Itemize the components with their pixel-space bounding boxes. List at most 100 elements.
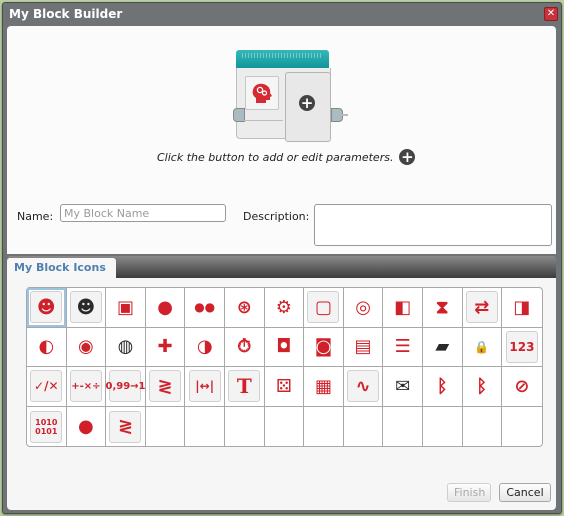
- icon-cell[interactable]: ◉: [66, 327, 107, 368]
- icon-cell[interactable]: ≷: [145, 367, 186, 407]
- icon-cell[interactable]: ●: [67, 406, 107, 447]
- sound-icon: ◎: [355, 296, 371, 318]
- icon-cell[interactable]: ▰: [422, 327, 463, 368]
- display-icon: ▢: [307, 291, 340, 324]
- bluetooth-settings-icon: ᛒ: [476, 375, 488, 397]
- logic-operations-icon: ✓/✕: [30, 370, 63, 403]
- name-input[interactable]: [60, 204, 226, 222]
- icon-cell[interactable]: ☻: [27, 288, 67, 328]
- icon-cell[interactable]: ⚙: [264, 288, 305, 328]
- icon-cell[interactable]: ⧗: [422, 288, 463, 328]
- icon-cell[interactable]: ▣: [106, 288, 146, 328]
- icon-cell[interactable]: ⇄: [462, 288, 503, 328]
- messaging-icon: ✉: [395, 375, 411, 397]
- icon-cell[interactable]: ⚄: [264, 367, 305, 407]
- icon-cell[interactable]: ▦: [304, 367, 344, 407]
- tab-strip: My Block Icons: [7, 256, 556, 278]
- icon-cell[interactable]: T: [224, 367, 265, 407]
- icon-cell[interactable]: ∿: [343, 367, 384, 407]
- icon-cell[interactable]: ▤: [343, 327, 384, 368]
- head-gears-icon: [252, 83, 272, 103]
- gyro-sensor-icon: ◉: [78, 336, 94, 358]
- icon-cell[interactable]: +-×÷: [66, 367, 107, 407]
- energy-meter-icon: ▤: [354, 336, 372, 358]
- icon-cell[interactable]: ⏱: [224, 327, 265, 368]
- empty-icon-cell: [383, 406, 423, 447]
- wait-hourglass-icon: ⧗: [435, 296, 449, 318]
- description-label: Description:: [243, 210, 310, 223]
- ultrasonic-sensor-icon: ◙: [314, 336, 333, 358]
- icon-cell[interactable]: ●●: [185, 288, 225, 328]
- tab-my-block-icons[interactable]: My Block Icons: [7, 258, 116, 278]
- timer-icon: ⏱: [237, 336, 252, 358]
- infrared-sensor-icon: ◍: [117, 336, 134, 358]
- icon-cell[interactable]: 🔒: [462, 327, 503, 368]
- icon-cell[interactable]: ✉: [383, 367, 423, 407]
- icon-cell[interactable]: ◨: [502, 288, 542, 328]
- title-bar[interactable]: My Block Builder ✕: [3, 3, 561, 25]
- random-icon: ⚄: [276, 375, 292, 397]
- invert-motor-icon: ●: [78, 416, 94, 438]
- text-icon: T: [228, 370, 261, 403]
- empty-icon-cell: [146, 406, 186, 447]
- icon-cell[interactable]: ⊛: [224, 288, 265, 328]
- large-motor-icon: ▣: [116, 296, 134, 318]
- brick-port-icon: ◨: [513, 296, 531, 318]
- compare-alt-icon: ≷: [109, 410, 142, 443]
- compare-icon: ≷: [149, 370, 182, 403]
- icon-cell[interactable]: ◐: [27, 327, 67, 368]
- icon-cell[interactable]: ᛒ: [422, 367, 463, 407]
- icon-cell[interactable]: ⊘: [502, 367, 542, 407]
- add-parameter-button[interactable]: +: [399, 149, 416, 165]
- icon-cell[interactable]: ☻: [66, 288, 107, 328]
- locked-case-icon: 🔒: [474, 339, 490, 354]
- math-icon: +-×÷: [69, 370, 102, 403]
- file-access-icon: ☰: [394, 336, 411, 358]
- description-input[interactable]: [314, 204, 552, 246]
- icon-cell[interactable]: 1010 0101: [27, 406, 67, 447]
- empty-icon-cell: [265, 406, 305, 447]
- icons-panel: ☻ ☻ ▣ ● ●● ⊛ ⚙ ▢ ◎ ◧ ⧗ ⇄ ◨ ◐ ◉ ◍ ✚ ◑ ⏱ ◘ ◙ ▤ ☰ ▰ 🔒 123 ✓/✕ +-×÷ 0,99…: [7, 278, 556, 510]
- sensor-display-icon: ∿: [347, 370, 380, 403]
- icon-cell[interactable]: ✚: [145, 327, 186, 368]
- block-header-bar: [236, 50, 329, 68]
- head-gears-black-icon: ☻: [69, 291, 102, 324]
- my-block-builder-dialog: My Block Builder ✕ + Click the button to…: [2, 2, 562, 514]
- icon-cell[interactable]: ☰: [383, 327, 423, 368]
- close-icon[interactable]: ✕: [544, 7, 558, 21]
- icon-cell[interactable]: ᛒ: [462, 367, 503, 407]
- icon-cell[interactable]: ◙: [304, 327, 344, 368]
- block-divider: [243, 120, 283, 121]
- empty-icon-cell: [225, 406, 265, 447]
- empty-icon-cell: [304, 406, 344, 447]
- my-block-preview: +: [233, 50, 348, 142]
- range-icon: |↔|: [188, 370, 221, 403]
- loop-interrupt-icon: ⇄: [465, 291, 498, 324]
- icon-cell[interactable]: ≷: [106, 406, 146, 447]
- icon-cell[interactable]: ◘: [264, 327, 305, 368]
- finish-button[interactable]: Finish: [447, 483, 491, 502]
- icon-cell[interactable]: 123: [502, 328, 542, 368]
- sequence-plug-out-icon: [331, 108, 348, 122]
- medium-motor-icon: ●: [157, 296, 173, 318]
- icon-cell[interactable]: ◧: [383, 288, 423, 328]
- icon-cell[interactable]: ◍: [106, 327, 146, 368]
- dialog-title: My Block Builder: [9, 7, 123, 21]
- empty-icon-cell: [463, 406, 503, 447]
- empty-icon-cell: [185, 406, 225, 447]
- add-parameter-icon[interactable]: +: [299, 95, 315, 111]
- touch-sensor-icon: ◘: [276, 336, 292, 358]
- icon-cell[interactable]: 0,99→1: [105, 367, 146, 407]
- icon-cell[interactable]: ✓/✕: [27, 367, 67, 407]
- cancel-button[interactable]: Cancel: [499, 483, 551, 502]
- icon-cell[interactable]: ◎: [343, 288, 384, 328]
- icon-cell[interactable]: ◑: [185, 327, 225, 368]
- icon-cell[interactable]: ●: [145, 288, 186, 328]
- move-tank-icon: ●●: [194, 300, 216, 315]
- icon-cell[interactable]: ▢: [304, 288, 344, 328]
- instruction-text: Click the button to add or edit paramete…: [157, 150, 394, 164]
- add-parameter-slot[interactable]: +: [285, 72, 331, 142]
- empty-icon-cell: [423, 406, 463, 447]
- icon-cell[interactable]: |↔|: [185, 367, 225, 407]
- bluetooth-icon: ᛒ: [436, 375, 448, 397]
